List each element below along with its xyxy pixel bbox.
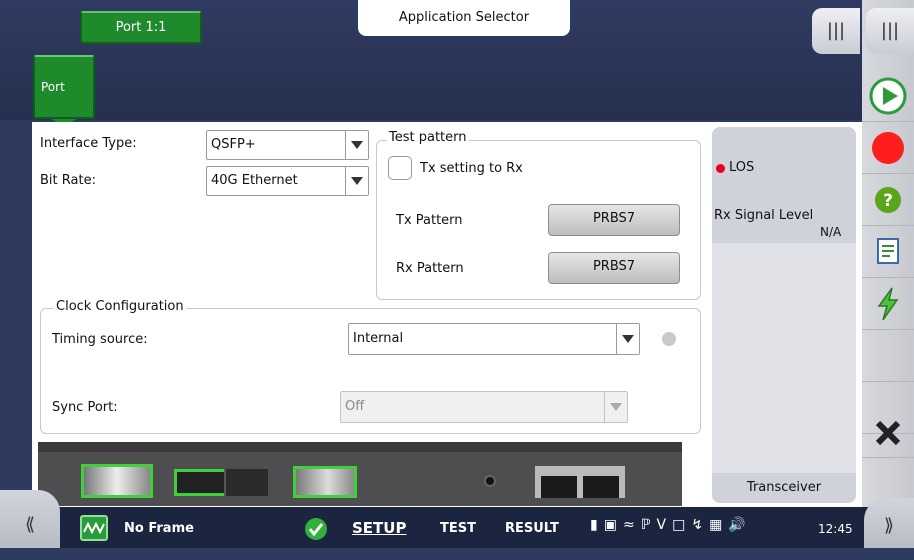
rx-pattern-button[interactable]: PRBS7	[548, 252, 680, 284]
system-tray: ▮ ▣ ≈ ℙ V □ ↯ ▦ 🔊	[590, 517, 746, 533]
port-hardware-illustration	[38, 442, 682, 506]
application-selector-button[interactable]: Application Selector	[358, 0, 570, 36]
qsfp-port-2-blank	[224, 469, 268, 496]
test-pattern-legend: Test pattern	[387, 130, 469, 145]
sync-port-value: Off	[345, 399, 365, 414]
bit-rate-select[interactable]: 40G Ethernet	[206, 166, 369, 196]
tx-pattern-label: Tx Pattern	[396, 213, 463, 228]
chevron-down-icon	[616, 324, 639, 354]
timing-status-led	[662, 332, 676, 346]
record-icon	[872, 131, 904, 164]
bluetooth-icon: ℙ	[640, 517, 651, 533]
port-button[interactable]: Port	[33, 55, 95, 119]
transceiver-button[interactable]: Transceiver	[712, 473, 856, 503]
toolbar-empty-1	[862, 330, 914, 382]
bit-rate-value: 40G Ethernet	[211, 173, 298, 188]
hw-led	[484, 475, 496, 487]
report-button[interactable]	[862, 226, 914, 278]
lan-icon: ▦	[709, 517, 723, 533]
rx-signal-label: Rx Signal Level	[714, 208, 814, 223]
terminal-icon: □	[672, 517, 686, 533]
nav-left-button[interactable]: ⟪	[0, 490, 60, 548]
status-panel: LOS Rx Signal Level N/A Transceiver	[712, 127, 856, 503]
usb-icon: ↯	[691, 517, 704, 533]
rx-signal-value: N/A	[820, 225, 842, 239]
tx-to-rx-checkbox[interactable]	[388, 156, 412, 180]
timing-source-value: Internal	[353, 331, 404, 346]
hw-top-strip	[38, 442, 682, 452]
speaker-icon: 🔊	[728, 517, 746, 533]
close-button[interactable]	[862, 408, 914, 458]
los-label: LOS	[729, 160, 755, 175]
v-icon: V	[656, 517, 667, 533]
menu-button-left[interactable]: |||	[812, 8, 860, 54]
power-icon: ▮	[590, 517, 598, 533]
timing-source-select[interactable]: Internal	[348, 323, 640, 355]
result-tab[interactable]: RESULT	[505, 521, 559, 536]
quick-action-button[interactable]	[862, 278, 914, 330]
help-button[interactable]: ?	[862, 174, 914, 226]
wifi-icon: ≈	[622, 517, 635, 533]
interface-type-select[interactable]: QSFP+	[206, 130, 369, 160]
tx-pattern-button[interactable]: PRBS7	[548, 204, 680, 236]
interface-type-label: Interface Type:	[40, 136, 137, 151]
chevron-down-icon	[345, 167, 368, 195]
menu-icon: |||	[880, 20, 900, 41]
chevron-down-icon	[345, 131, 368, 159]
lightning-icon	[877, 287, 899, 320]
report-icon	[877, 237, 899, 264]
record-button[interactable]	[862, 122, 914, 174]
tx-to-rx-label: Tx setting to Rx	[420, 161, 523, 176]
bit-rate-label: Bit Rate:	[40, 173, 96, 188]
setup-tab[interactable]: SETUP	[352, 519, 406, 537]
test-tab[interactable]: TEST	[440, 521, 476, 536]
start-button[interactable]	[862, 70, 914, 122]
menu-icon: |||	[826, 20, 846, 41]
clock-configuration-legend: Clock Configuration	[54, 299, 186, 314]
los-indicator	[716, 164, 725, 173]
rx-pattern-label: Rx Pattern	[396, 261, 464, 276]
frame-status-icon	[80, 515, 108, 541]
sync-port-label: Sync Port:	[52, 400, 118, 415]
rj45-port-2	[583, 476, 619, 498]
menu-button-right[interactable]: |||	[866, 8, 914, 54]
check-icon	[304, 517, 328, 545]
help-icon: ?	[875, 186, 901, 213]
nav-right-button[interactable]: ⟫	[864, 498, 914, 548]
svg-text:?: ?	[883, 191, 893, 211]
chevron-down-icon	[604, 392, 627, 422]
clock-time: 12:45	[818, 522, 853, 536]
start-icon	[869, 77, 907, 114]
rj45-ports	[535, 466, 625, 498]
rj45-port-1	[541, 476, 577, 498]
frame-status-text: No Frame	[124, 521, 194, 536]
timing-source-label: Timing source:	[52, 332, 148, 347]
close-icon	[875, 420, 901, 445]
interface-type-value: QSFP+	[211, 137, 256, 152]
sync-port-select: Off	[340, 391, 628, 423]
network-icon: ▣	[603, 517, 617, 533]
port-tab[interactable]: Port 1:1	[80, 11, 202, 44]
qsfp-port-1	[81, 464, 153, 498]
sfp-port	[293, 466, 357, 498]
